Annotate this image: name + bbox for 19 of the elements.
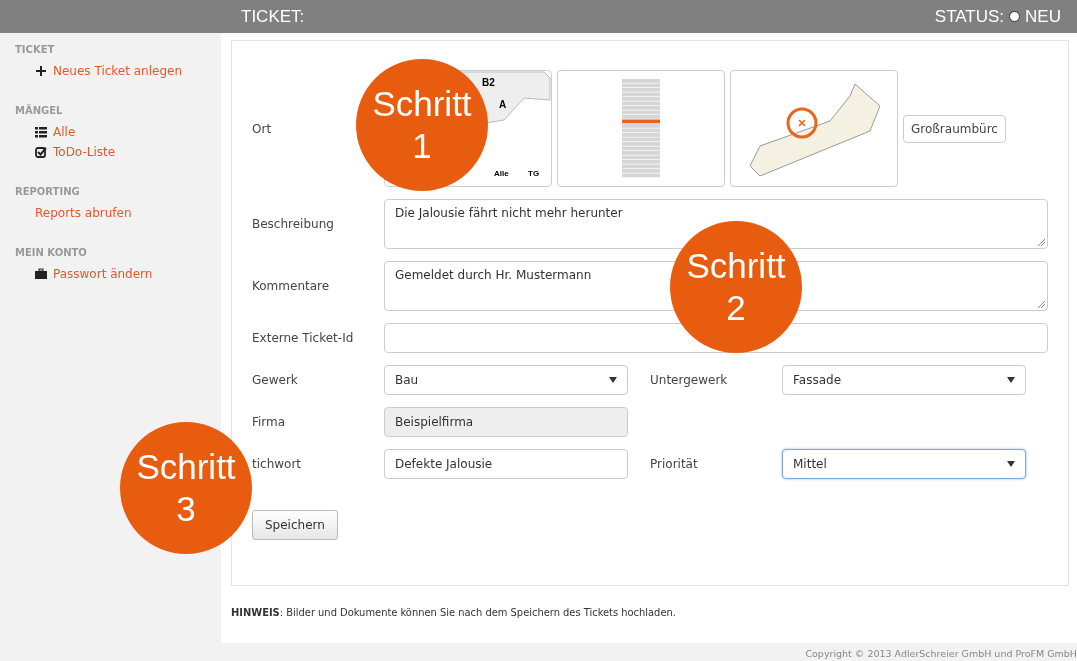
status-label: STATUS: (934, 6, 1005, 27)
sidebar-heading: TICKET (15, 44, 56, 55)
status-value: NEU (1025, 6, 1061, 27)
field-label: tichwort (252, 457, 302, 471)
field-label: Kommentare (252, 279, 330, 293)
field-label: Gewerk (252, 373, 298, 387)
field-label: Beschreibung (252, 217, 334, 231)
step-tooltip: Schritt 3 (120, 422, 252, 554)
field-label: Ort (252, 121, 273, 136)
field-label: Externe Ticket-Id (252, 331, 354, 345)
sidebar-heading: MÄNGEL (15, 105, 64, 116)
sidebar-heading: MEIN KONTO (15, 247, 88, 258)
field-label: Untergewerk (650, 373, 729, 387)
copyright-text: Copyright © 2013 AdlerSchreier GmbH und ProFM GmbH (805, 648, 1077, 659)
field-label: Priorität (650, 457, 699, 471)
hint-text: HINWEIS: Bilder und Dokumente können Sie nach dem Speichern des Tickets hochladen. (231, 606, 677, 619)
field-label: Firma (252, 415, 286, 429)
page-title: TICKET: (241, 6, 306, 27)
sidebar-heading: REPORTING (15, 186, 81, 197)
